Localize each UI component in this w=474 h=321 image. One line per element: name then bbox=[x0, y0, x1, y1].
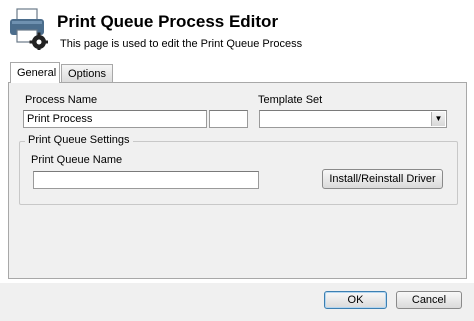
process-extra-input-1[interactable] bbox=[209, 110, 248, 128]
process-name-input[interactable]: Print Process bbox=[23, 110, 207, 128]
template-set-select[interactable]: ▼ bbox=[259, 110, 447, 128]
page-subtitle: This page is used to edit the Print Queu… bbox=[60, 38, 303, 50]
print-queue-name-label: Print Queue Name bbox=[31, 154, 123, 166]
printer-gear-icon bbox=[10, 8, 48, 50]
editor-header: Print Queue Process Editor This page is … bbox=[0, 0, 474, 60]
page-title: Print Queue Process Editor bbox=[57, 12, 279, 31]
tab-general[interactable]: General bbox=[10, 62, 60, 83]
general-tab-panel: Process Name Print Process Template Set … bbox=[8, 82, 467, 279]
print-queue-settings-title: Print Queue Settings bbox=[25, 134, 133, 146]
dialog-footer: OK Cancel bbox=[0, 283, 474, 321]
process-name-label: Process Name bbox=[25, 94, 98, 106]
template-set-label: Template Set bbox=[258, 94, 323, 106]
print-queue-name-input[interactable] bbox=[33, 171, 259, 189]
cancel-button[interactable]: Cancel bbox=[396, 291, 462, 309]
tab-strip: General Options bbox=[8, 62, 468, 84]
tab-options[interactable]: Options bbox=[61, 64, 113, 82]
ok-button[interactable]: OK bbox=[324, 291, 387, 309]
install-driver-button[interactable]: Install/Reinstall Driver bbox=[322, 169, 443, 189]
chevron-down-icon[interactable]: ▼ bbox=[431, 112, 445, 126]
